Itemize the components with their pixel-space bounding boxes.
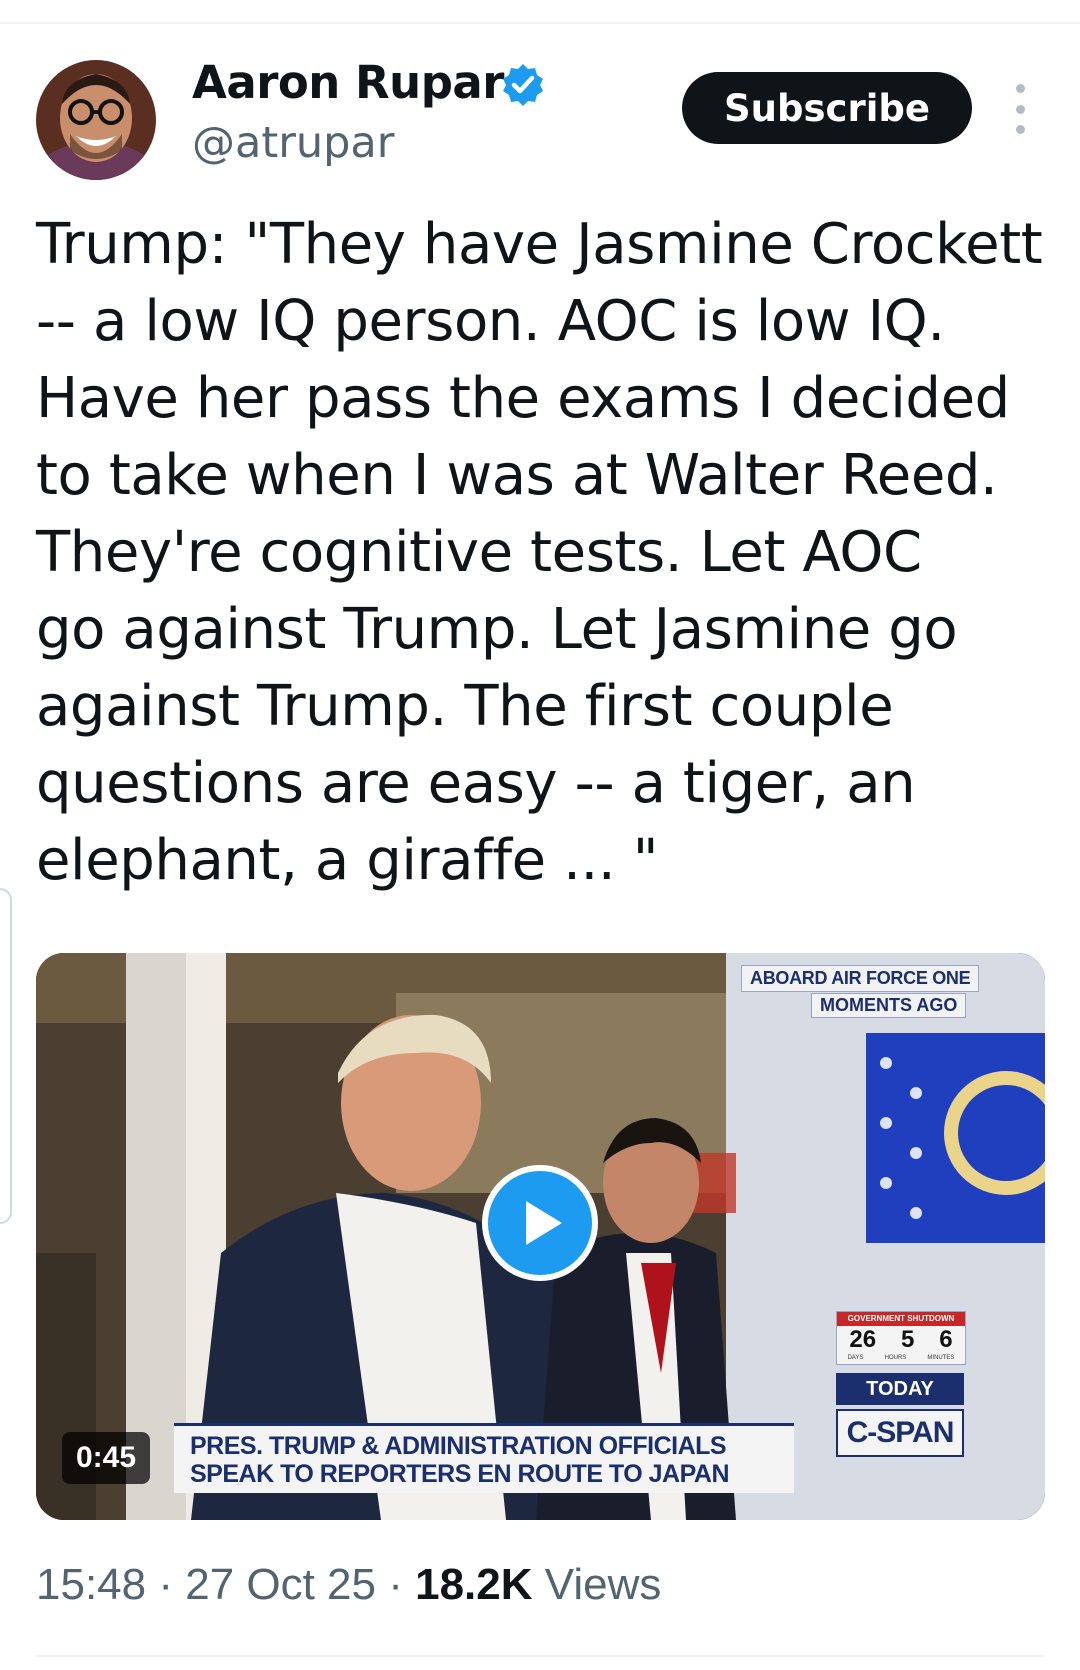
verified-badge-icon <box>503 64 543 106</box>
lower-third-line1: PRES. TRUMP & ADMINISTRATION OFFICIALS <box>190 1431 727 1460</box>
author-handle[interactable]: @atrupar <box>192 118 394 168</box>
tweet-date[interactable]: 27 Oct 25 <box>185 1560 376 1609</box>
unit-minutes: MINUTES <box>927 1355 955 1361</box>
tweet-text: Trump: "They have Jasmine Crockett -- a … <box>36 212 1043 893</box>
meta-separator: · <box>146 1560 186 1609</box>
lower-third: PRES. TRUMP & ADMINISTRATION OFFICIALS S… <box>174 1423 794 1493</box>
meta-separator: · <box>376 1560 416 1609</box>
shutdown-minutes: 6 <box>939 1326 953 1353</box>
broadcast-bug: ABOARD AIR FORCE ONE <box>741 965 980 992</box>
author-name[interactable]: Aaron Rupar <box>192 56 504 109</box>
views-count[interactable]: 18.2K <box>415 1560 532 1609</box>
views-label[interactable]: Views <box>545 1560 662 1609</box>
network-logo: C-SPAN <box>836 1409 964 1457</box>
tweet-time[interactable]: 15:48 <box>36 1560 146 1609</box>
bottom-divider <box>36 1655 1044 1657</box>
today-label: TODAY <box>836 1373 964 1405</box>
tweet-meta: 15:48 · 27 Oct 25 · 18.2K Views <box>36 1560 661 1610</box>
shutdown-counter: GOVERNMENT SHUTDOWN 26 5 6 DAYS HOURS MI… <box>836 1311 966 1365</box>
unit-days: DAYS <box>847 1355 864 1361</box>
side-drawer-handle[interactable] <box>0 888 12 1224</box>
bug-line2: MOMENTS AGO <box>811 993 967 1018</box>
unit-hours: HOURS <box>884 1355 907 1361</box>
subscribe-button[interactable]: Subscribe <box>682 72 972 144</box>
lower-third-line2: SPEAK TO REPORTERS EN ROUTE TO JAPAN <box>190 1459 730 1488</box>
video-duration: 0:45 <box>62 1432 151 1484</box>
shutdown-label: GOVERNMENT SHUTDOWN <box>837 1312 965 1326</box>
play-button[interactable] <box>482 1165 598 1281</box>
play-icon <box>526 1201 562 1245</box>
more-vertical-icon[interactable] <box>1004 84 1036 134</box>
top-divider <box>0 22 1080 24</box>
shutdown-days: 26 <box>849 1326 877 1353</box>
avatar[interactable] <box>36 60 156 180</box>
video-player[interactable]: ABOARD AIR FORCE ONE MOMENTS AGO GOVERNM… <box>36 953 1045 1520</box>
bug-line1: ABOARD AIR FORCE ONE <box>750 968 971 988</box>
shutdown-hours: 5 <box>900 1326 915 1353</box>
